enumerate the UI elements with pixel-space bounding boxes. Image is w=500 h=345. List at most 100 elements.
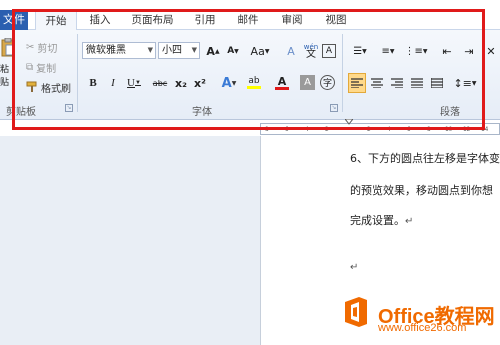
document-text-line: 的预览效果，移动圆点到你想 (350, 184, 493, 197)
multilevel-list-button[interactable]: ⋮≡ ▼ (404, 41, 428, 61)
justify-icon (411, 78, 423, 88)
line-spacing-icon: ↕≡ (453, 76, 472, 90)
tab-home[interactable]: 开始 (35, 10, 77, 31)
enclose-characters-button[interactable]: 字 (320, 75, 335, 90)
font-name-combo[interactable]: 微软雅黑 ▼ (82, 42, 156, 59)
font-launcher-icon[interactable]: ↘ (330, 104, 338, 112)
multilevel-list-icon: ⋮≡ (404, 45, 423, 57)
ruler-tick-label: 4 (305, 126, 309, 133)
clipboard-group-label: 剪贴板 (6, 107, 36, 118)
group-divider (342, 34, 343, 112)
align-center-button[interactable] (368, 73, 386, 93)
text-effects-button[interactable]: A ▼ (218, 73, 240, 93)
ruler-tick-label: 8 (265, 126, 269, 133)
paragraph-mark-icon: ↵ (350, 262, 359, 273)
shrink-font-button[interactable]: A ▼ (224, 41, 242, 61)
numbering-button[interactable]: ≡ ▼ (376, 41, 400, 61)
font-color-button[interactable]: A (270, 73, 294, 93)
ribbon-tab-bar: 文件 开始 插入 页面布局 引用 邮件 审阅 视图 (0, 0, 500, 31)
increase-indent-button[interactable]: ⇥ (460, 41, 478, 61)
format-painter-label: 格式刷 (41, 83, 71, 95)
align-left-icon (351, 78, 363, 88)
chevron-down-icon[interactable]: ▼ (192, 43, 197, 58)
superscript-icon: x² (194, 76, 206, 90)
character-shading-button[interactable]: A (300, 75, 315, 90)
copy-button[interactable]: ⧉ 复制 (26, 58, 56, 76)
font-color-icon: A (277, 75, 287, 88)
document-text-line: 6、下方的圆点往左移是字体变 (350, 152, 500, 165)
clear-format-button[interactable]: A (282, 41, 300, 61)
cut-label: 剪切 (37, 43, 58, 55)
highlighter-icon: ab (248, 76, 260, 86)
format-painter-button[interactable]: 格式刷 (26, 78, 71, 96)
paste-button[interactable]: 粘贴 (0, 38, 16, 88)
paragraph-mark-icon: ↵ (405, 216, 414, 227)
distributed-icon (431, 78, 443, 88)
font-size-combo[interactable]: 小四 ▼ (158, 42, 200, 59)
ruler-tick-label: 6 (407, 126, 411, 133)
subscript-button[interactable]: x₂ (172, 73, 190, 93)
tab-page-layout[interactable]: 页面布局 (125, 10, 180, 30)
underline-button[interactable]: U ▼ (122, 73, 146, 93)
grow-font-icon: A (206, 44, 215, 58)
font-name-value: 微软雅黑 (86, 45, 126, 56)
distributed-button[interactable] (428, 73, 446, 93)
align-right-icon (391, 78, 403, 88)
ruler-tick-label: 2 (325, 126, 329, 133)
ruler-tick-label: 10 (445, 126, 453, 133)
bullets-button[interactable]: ☰ ▼ (348, 41, 372, 61)
horizontal-ruler[interactable]: 8 6 4 2 2 4 6 8 10 12 14 (260, 123, 500, 135)
group-divider (77, 34, 78, 112)
change-case-button[interactable]: Aa ▼ (248, 41, 272, 61)
grow-font-button[interactable]: A ▲ (204, 41, 222, 61)
bullet-list-icon: ☰ (353, 45, 363, 57)
ruler-tick-label: 12 (463, 126, 471, 133)
superscript-button[interactable]: x² (191, 73, 209, 93)
tab-view[interactable]: 视图 (318, 10, 354, 30)
format-painter-icon (26, 81, 37, 92)
ruler-tick-label: 2 (367, 126, 371, 133)
clear-format-icon: A (287, 44, 295, 58)
cut-button[interactable]: ✂ 剪切 (26, 38, 57, 56)
shrink-font-icon: A (227, 46, 235, 56)
bold-button[interactable]: B (84, 73, 102, 93)
subscript-icon: x₂ (175, 76, 187, 90)
paste-label: 粘贴 (0, 65, 10, 88)
italic-button[interactable]: I (104, 73, 122, 93)
text-effects-icon: A (221, 75, 232, 91)
tab-review[interactable]: 审阅 (274, 10, 310, 30)
document-text: 完成设置。 (350, 214, 405, 227)
chinese-layout-icon: ✕ (486, 44, 496, 58)
underline-icon: U (127, 77, 135, 89)
watermark-url: www.office26.com (378, 322, 467, 334)
align-center-icon (371, 78, 383, 88)
tab-file[interactable]: 文件 (0, 10, 28, 30)
align-right-button[interactable] (388, 73, 406, 93)
decrease-indent-icon: ⇤ (442, 44, 452, 58)
tab-references[interactable]: 引用 (188, 10, 222, 30)
line-spacing-button[interactable]: ↕≡ ▼ (453, 73, 476, 93)
tab-insert[interactable]: 插入 (82, 10, 118, 30)
justify-button[interactable] (408, 73, 426, 93)
phonetic-guide-button[interactable]: wén 文 (302, 41, 320, 61)
character-border-button[interactable]: A (322, 44, 336, 58)
paste-icon (1, 38, 15, 57)
bold-icon: B (89, 77, 97, 89)
chevron-down-icon[interactable]: ▼ (148, 43, 153, 58)
chinese-layout-button[interactable]: ✕ (482, 41, 500, 61)
strikethrough-icon: abc (152, 78, 168, 88)
numbered-list-icon: ≡ (381, 45, 390, 57)
character-border-icon: A (325, 46, 333, 56)
tab-mailings[interactable]: 邮件 (230, 10, 266, 30)
highlight-color-button[interactable]: ab (242, 73, 266, 93)
indent-marker-icon[interactable] (345, 119, 353, 127)
decrease-indent-button[interactable]: ⇤ (438, 41, 456, 61)
strikethrough-button[interactable]: abc (150, 73, 170, 93)
font-group-label: 字体 (192, 107, 212, 118)
clipboard-launcher-icon[interactable]: ↘ (65, 104, 73, 112)
copy-label: 复制 (36, 63, 57, 75)
ruler-tick-label: 4 (387, 126, 391, 133)
align-left-button[interactable] (348, 73, 366, 93)
character-shading-icon: A (304, 77, 311, 88)
ruler-tick-label: 14 (481, 126, 489, 133)
